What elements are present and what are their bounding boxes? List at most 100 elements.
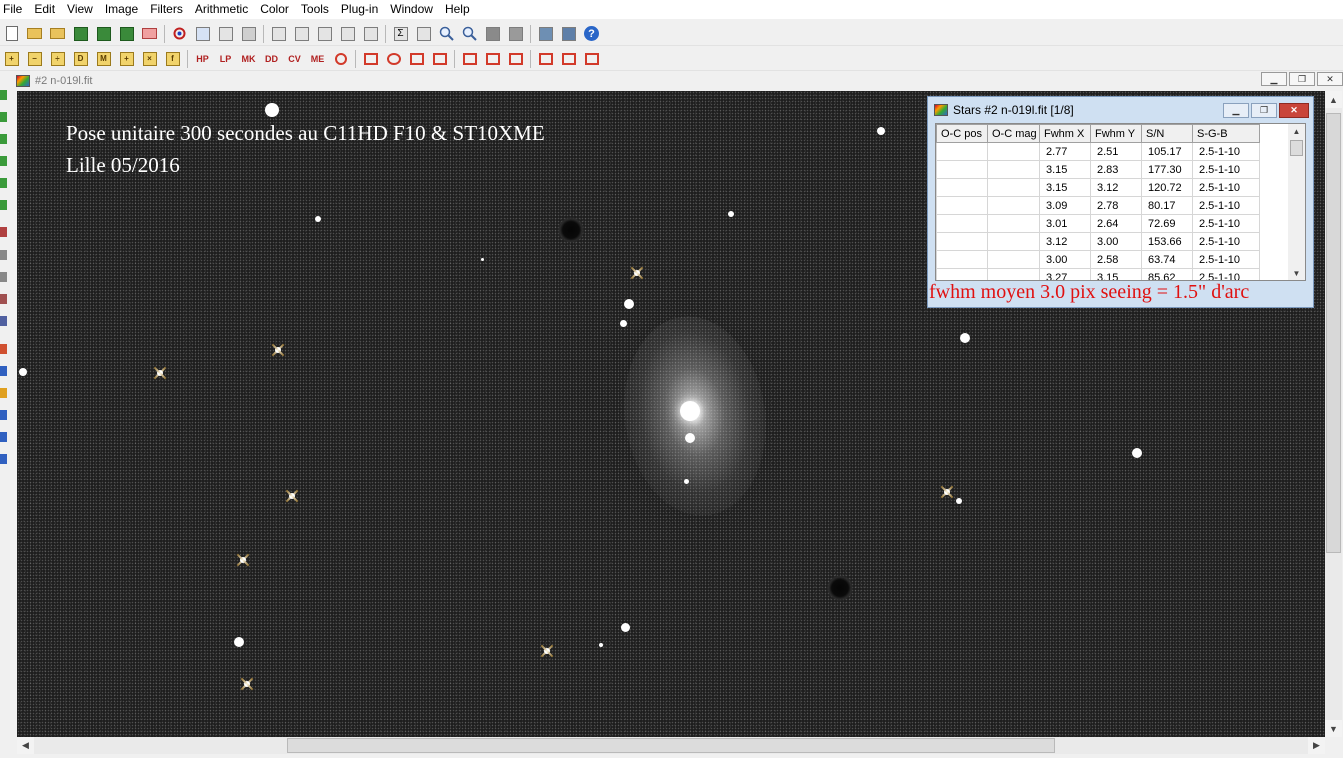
graph-icon[interactable] [293,25,311,43]
horizontal-scrollbar[interactable]: ◀ ▶ [17,737,1325,754]
display-icon[interactable] [507,25,525,43]
zoom-out-icon[interactable] [461,25,479,43]
flip-icon[interactable] [484,50,502,68]
tool-color-icon[interactable] [0,344,7,354]
low-pass-button[interactable]: LP [217,50,235,68]
col-sgb[interactable]: S-G-B [1192,124,1260,143]
vertical-scrollbar[interactable]: ▲ ▼ [1325,91,1342,737]
table-row[interactable]: 3.15 3.12 120.72 2.5-1-10 [936,178,1260,197]
resize-icon[interactable] [408,50,426,68]
minimize-button[interactable]: ▁ [1261,72,1287,86]
save-all-icon[interactable] [118,25,136,43]
minus-icon[interactable]: − [26,50,44,68]
stars-minimize-button[interactable]: ▁ [1223,103,1249,118]
scroll-right-icon[interactable]: ▶ [1308,737,1325,754]
stars-maximize-button[interactable]: ❐ [1251,103,1277,118]
telescope-icon[interactable] [560,25,578,43]
image-window-titlebar[interactable]: #2 n-019l.fit ▁ ❐ ✕ [14,72,1343,90]
menu-window[interactable]: Window [384,0,439,19]
horizontal-scroll-thumb[interactable] [287,738,1055,753]
table-row[interactable]: 3.09 2.78 80.17 2.5-1-10 [936,196,1260,215]
copy-icon[interactable] [194,25,212,43]
grid-3-icon[interactable] [583,50,601,68]
table-scroll-down-icon[interactable]: ▼ [1288,266,1305,280]
table-row[interactable]: 3.12 3.00 153.66 2.5-1-10 [936,232,1260,251]
histogram-icon[interactable] [270,25,288,43]
open-folder-icon[interactable] [26,25,44,43]
scroll-up-icon[interactable]: ▲ [1325,91,1342,108]
tool-green-icon[interactable] [0,156,7,166]
profile-icon[interactable] [316,25,334,43]
close-button[interactable]: ✕ [1317,72,1343,86]
save-icon[interactable] [72,25,90,43]
tool-color-icon[interactable] [0,388,7,398]
mask-button[interactable]: MK [240,50,258,68]
median-icon[interactable]: M [95,50,113,68]
open-folder-2-icon[interactable] [49,25,67,43]
plus-icon[interactable]: + [3,50,21,68]
table-row[interactable]: 3.00 2.58 63.74 2.5-1-10 [936,250,1260,269]
crop-icon[interactable] [362,50,380,68]
bin-icon[interactable] [431,50,449,68]
menu-color[interactable]: Color [254,0,295,19]
menu-file[interactable]: File [0,0,28,19]
scroll-left-icon[interactable]: ◀ [17,737,34,754]
menu-plugin[interactable]: Plug-in [335,0,384,19]
grid-2-icon[interactable] [560,50,578,68]
menu-view[interactable]: View [61,0,99,19]
tool-green-icon[interactable] [0,200,7,210]
save-as-icon[interactable] [95,25,113,43]
col-sn[interactable]: S/N [1141,124,1193,143]
refresh-icon[interactable] [171,25,189,43]
tool-green-icon[interactable] [0,178,7,188]
tool-color-icon[interactable] [0,432,7,442]
stars-dialog-titlebar[interactable]: Stars #2 n-019l.fit [1/8] ▁ ❐ ✕ [928,97,1313,123]
menu-edit[interactable]: Edit [28,0,61,19]
menu-tools[interactable]: Tools [295,0,335,19]
align-icon[interactable] [537,25,555,43]
tool-green-icon[interactable] [0,90,7,100]
paste-icon[interactable] [240,25,258,43]
tool-pencil-icon[interactable] [0,227,7,237]
menu-image[interactable]: Image [99,0,144,19]
col-fwhm-x[interactable]: Fwhm X [1039,124,1091,143]
function-icon[interactable]: f [164,50,182,68]
sum-icon[interactable]: Σ [392,25,410,43]
divide-icon[interactable]: ÷ [49,50,67,68]
tool-star-icon[interactable] [0,294,7,304]
col-fwhm-y[interactable]: Fwhm Y [1090,124,1142,143]
table-scroll-up-icon[interactable]: ▲ [1288,124,1305,138]
high-pass-button[interactable]: HP [194,50,212,68]
target-icon[interactable] [332,50,350,68]
eye-icon[interactable] [415,25,433,43]
grid-1-icon[interactable] [537,50,555,68]
add-icon[interactable]: + [118,50,136,68]
tool-color-icon[interactable] [0,454,7,464]
stars-close-button[interactable]: ✕ [1279,103,1309,118]
table-row[interactable]: 3.15 2.83 177.30 2.5-1-10 [936,160,1260,179]
palette-icon[interactable] [362,25,380,43]
menu-filters[interactable]: Filters [144,0,189,19]
settings-icon[interactable] [339,25,357,43]
tool-green-icon[interactable] [0,112,7,122]
dd-button[interactable]: DD [263,50,281,68]
dark-icon[interactable]: D [72,50,90,68]
mirror-icon[interactable] [461,50,479,68]
tool-color-icon[interactable] [0,410,7,420]
table-row[interactable]: 2.77 2.51 105.17 2.5-1-10 [936,142,1260,161]
me-button[interactable]: ME [309,50,327,68]
multiply-icon[interactable]: × [141,50,159,68]
col-oc-mag[interactable]: O-C mag [987,124,1040,143]
stars-table-scrollbar[interactable]: ▲ ▼ [1288,124,1305,280]
monitor-icon[interactable] [484,25,502,43]
maximize-button[interactable]: ❐ [1289,72,1315,86]
tool-star-icon[interactable] [0,316,7,326]
table-row[interactable]: 3.01 2.64 72.69 2.5-1-10 [936,214,1260,233]
tool-cross-icon[interactable] [0,250,7,260]
vertical-scroll-thumb[interactable] [1326,113,1341,553]
tool-color-icon[interactable] [0,366,7,376]
menu-help[interactable]: Help [439,0,476,19]
menu-arithmetic[interactable]: Arithmetic [189,0,254,19]
rotate-icon[interactable] [385,50,403,68]
book-icon[interactable] [507,50,525,68]
